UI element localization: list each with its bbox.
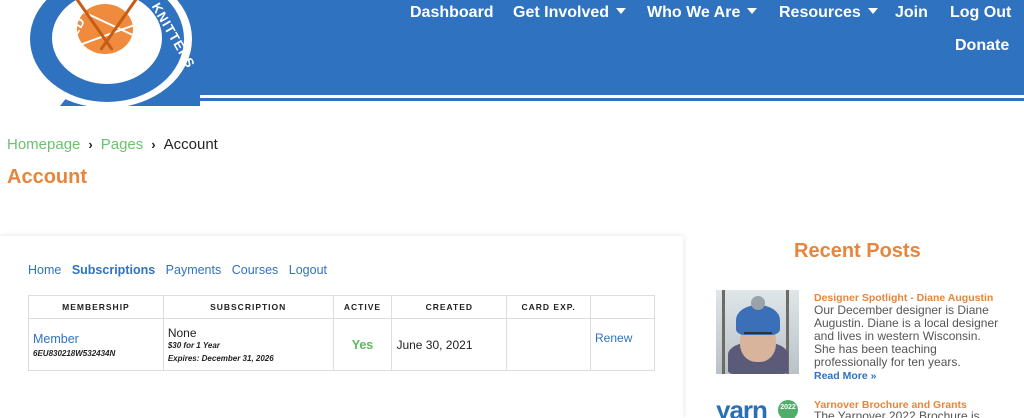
cell-subscription: None $30 for 1 Year Expires: December 31… xyxy=(162,318,334,371)
caret-down-icon xyxy=(747,7,758,14)
cell-membership: Member 6EU830218W532434N xyxy=(28,318,164,371)
cell-created: June 30, 2021 xyxy=(391,318,508,371)
site-header: GUILD KNITTERS Dashboard Get Involved Wh… xyxy=(0,0,1024,108)
account-nav-payments[interactable]: Payments xyxy=(166,263,222,277)
subscription-price: $30 for 1 Year xyxy=(167,341,220,350)
recent-posts-title: Recent Posts xyxy=(794,240,921,262)
membership-link[interactable]: Member xyxy=(33,332,159,346)
caret-down-icon xyxy=(616,7,627,14)
account-nav-home[interactable]: Home xyxy=(28,263,61,277)
post-thumbnail[interactable] xyxy=(716,290,799,374)
header-active: ACTIVE xyxy=(332,295,393,319)
breadcrumb-pages[interactable]: Pages xyxy=(101,136,144,153)
cell-active: Yes xyxy=(332,318,393,371)
nav-log-out[interactable]: Log Out xyxy=(950,4,1011,22)
post-excerpt: Our December designer is Diane Augustin.… xyxy=(814,303,999,369)
year-badge: 2022 xyxy=(778,400,798,418)
nav-resources[interactable]: Resources xyxy=(779,4,878,22)
chevron-right-icon: › xyxy=(151,137,156,152)
cell-action: Renew xyxy=(590,318,655,371)
header-subscription: SUBSCRIPTION xyxy=(162,295,334,319)
subscription-expires: Expires: December 31, 2026 xyxy=(167,354,274,363)
chevron-right-icon: › xyxy=(88,137,93,152)
breadcrumb-homepage[interactable]: Homepage xyxy=(7,136,80,153)
header-divider xyxy=(110,98,1024,101)
breadcrumb-current: Account xyxy=(163,136,218,153)
caret-down-icon xyxy=(867,7,878,14)
read-more-link[interactable]: Read More » xyxy=(814,370,876,382)
account-nav-courses[interactable]: Courses xyxy=(232,263,279,277)
nav-join[interactable]: Join xyxy=(895,4,928,22)
header-card-exp: CARD EXP. xyxy=(506,295,592,319)
breadcrumb: Homepage › Pages › Account xyxy=(7,136,218,153)
subscription-name: None xyxy=(167,326,197,340)
cell-card-exp xyxy=(506,318,592,371)
account-nav-logout[interactable]: Logout xyxy=(289,263,327,277)
page-title: Account xyxy=(7,166,87,188)
nav-get-involved[interactable]: Get Involved xyxy=(513,4,627,22)
subscriptions-table: MEMBERSHIP SUBSCRIPTION ACTIVE CREATED C… xyxy=(28,295,655,371)
account-nav-subscriptions[interactable]: Subscriptions xyxy=(72,263,155,277)
yarnover-logo-text: yarn xyxy=(716,398,768,418)
post-excerpt: The Yarnover 2022 Brochure is xyxy=(814,410,980,418)
membership-id: 6EU830218W532434N xyxy=(33,348,116,358)
post-thumbnail[interactable]: yarn 2022 xyxy=(716,398,799,418)
header-action xyxy=(590,295,655,319)
nav-dashboard[interactable]: Dashboard xyxy=(410,4,494,22)
table-row: Member 6EU830218W532434N None $30 for 1 … xyxy=(28,318,655,371)
header-membership: MEMBERSHIP xyxy=(28,295,164,319)
nav-who-we-are[interactable]: Who We Are xyxy=(647,4,758,22)
main-nav: Dashboard Get Involved Who We Are Resour… xyxy=(0,0,1024,95)
account-nav: Home Subscriptions Payments Courses Logo… xyxy=(28,263,334,277)
table-header-row: MEMBERSHIP SUBSCRIPTION ACTIVE CREATED C… xyxy=(28,295,655,319)
header-created: CREATED xyxy=(391,295,508,319)
renew-link[interactable]: Renew xyxy=(595,331,632,345)
nav-donate[interactable]: Donate xyxy=(955,37,1009,55)
status-badge: Yes xyxy=(351,337,374,352)
